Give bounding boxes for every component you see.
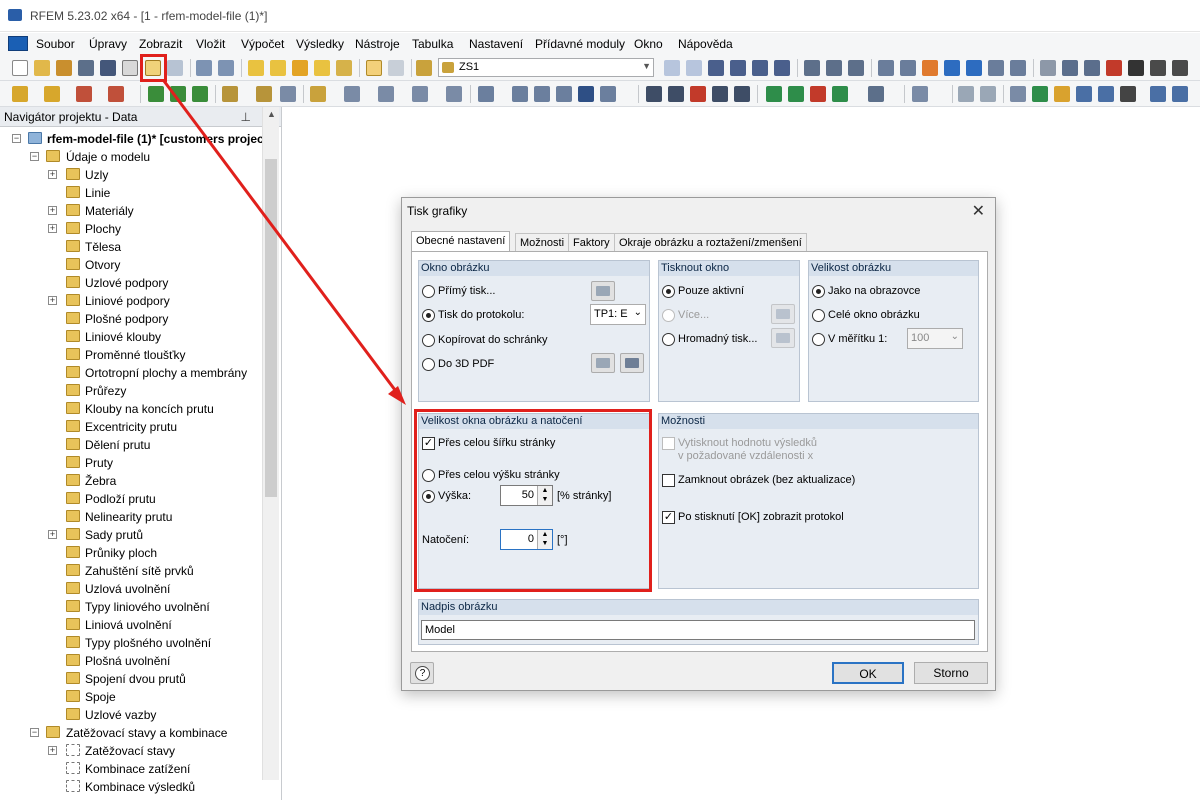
annotation-arrow <box>162 80 406 405</box>
